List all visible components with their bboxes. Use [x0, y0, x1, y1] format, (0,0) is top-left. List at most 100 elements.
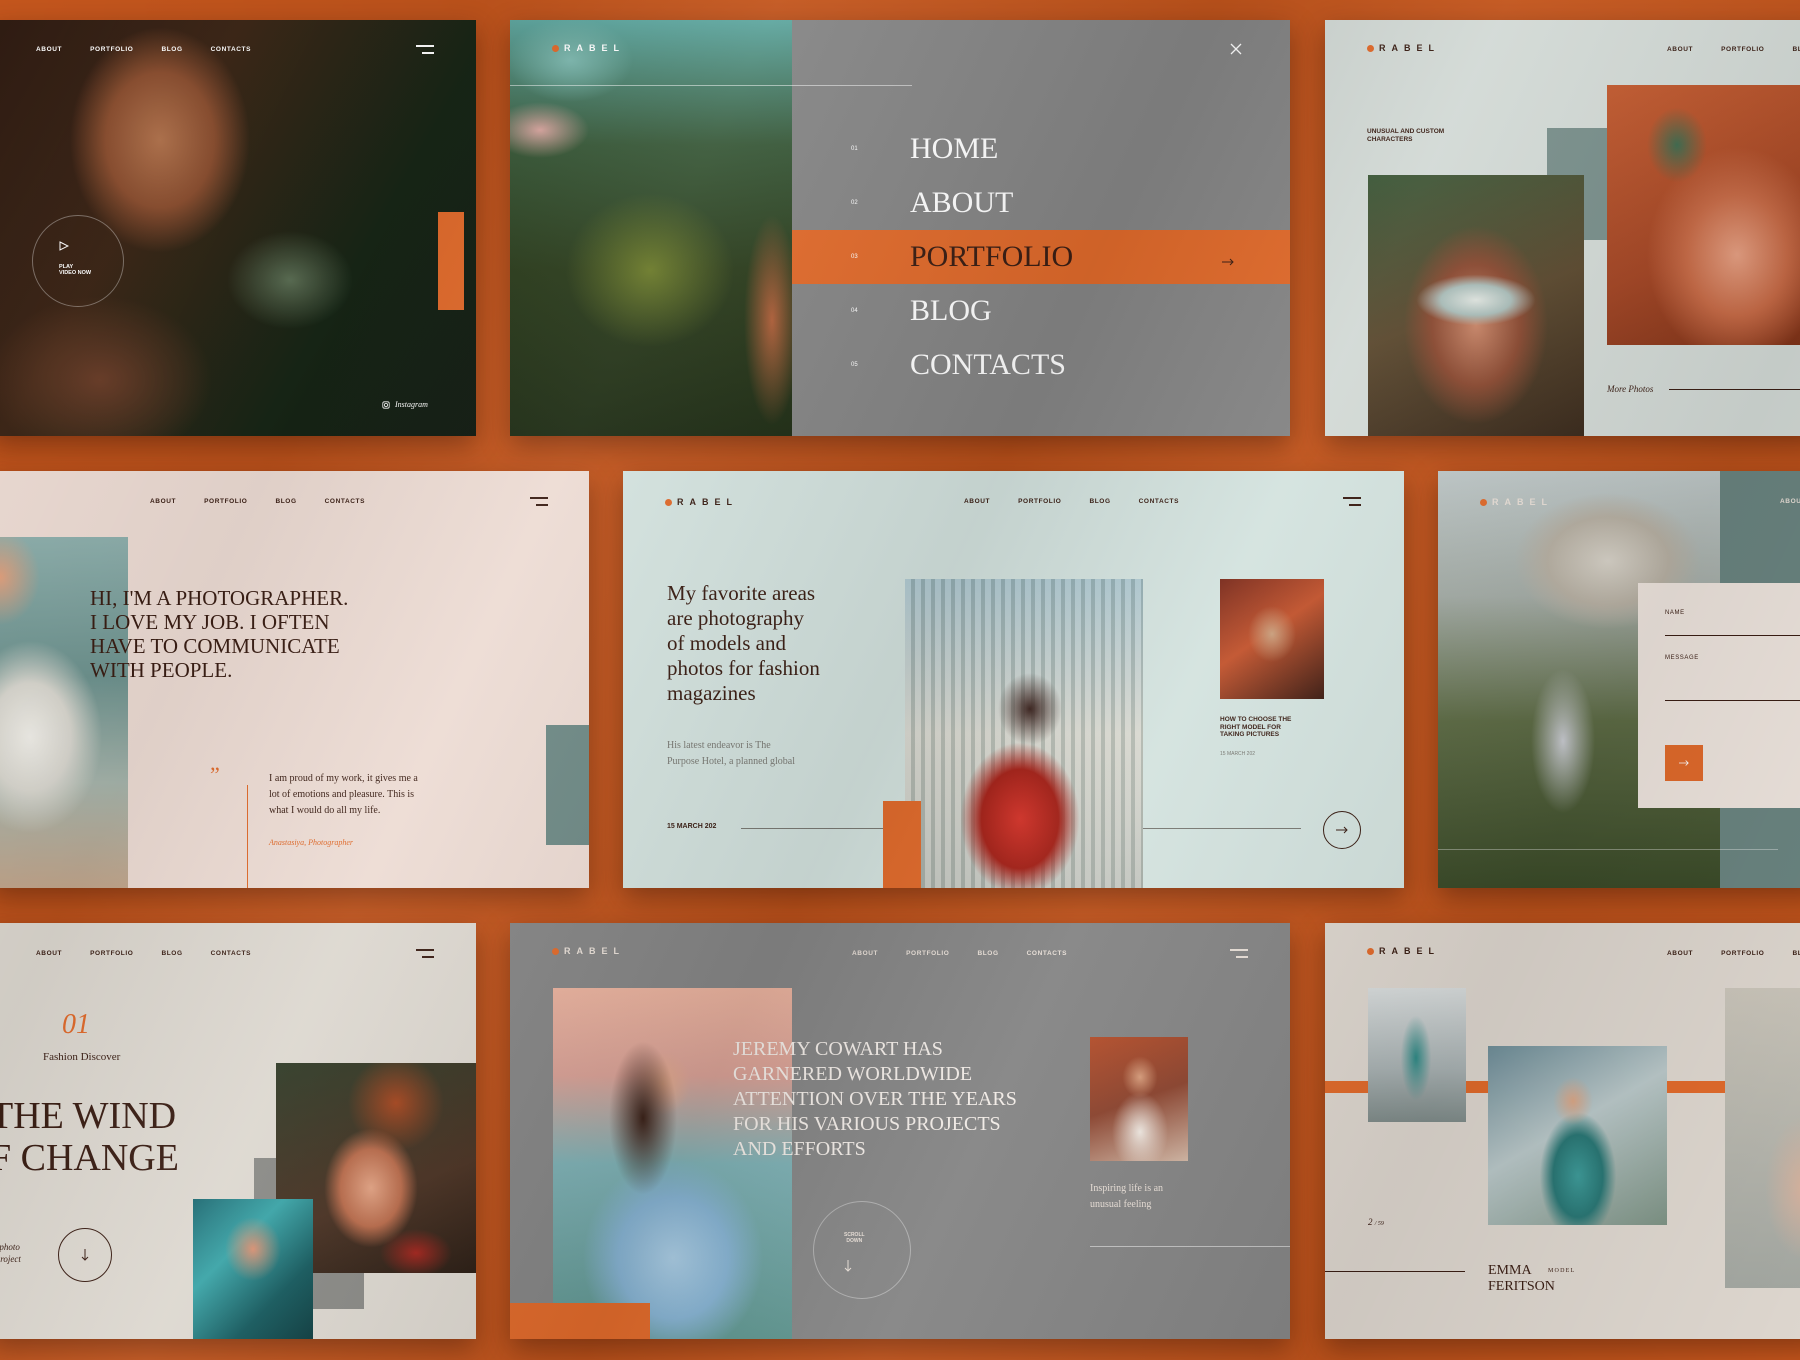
blindfold-portrait-photo	[1368, 175, 1584, 436]
nav-blog[interactable]: BLOG	[161, 950, 182, 957]
slide-jeremy-cowart: RABEL ABOUT PORTFOLIO BLOG CONTACTS JERE…	[510, 923, 1290, 1339]
slide-hero-video: ABOUT PORTFOLIO BLOG CONTACTS PLAY VIDEO…	[0, 20, 476, 436]
menu-icon[interactable]	[416, 45, 434, 54]
name-label: NAME	[1665, 610, 1685, 616]
instagram-link[interactable]: Instagram	[382, 400, 428, 409]
nav-about[interactable]: ABOUT	[964, 498, 990, 505]
scroll-label: SCROLL DOWN	[844, 1232, 865, 1244]
menu-icon[interactable]	[416, 949, 434, 958]
nav-about[interactable]: ABOUT	[1667, 950, 1693, 957]
accent-bar	[438, 212, 464, 310]
slide-characters: RABEL ABOUT PORTFOLIO BLOG UNUSUAL AND C…	[1325, 20, 1800, 436]
next-button[interactable]	[1323, 811, 1361, 849]
nav-contacts[interactable]: CONTACTS	[1027, 950, 1067, 957]
headline: JEREMY COWART HAS GARNERED WORLDWIDE ATT…	[733, 1037, 1017, 1162]
logo-dot	[1480, 498, 1487, 506]
nav-portfolio[interactable]: PORTFOLIO	[90, 46, 133, 53]
menu-item-about[interactable]: ABOUT	[910, 186, 1013, 220]
nav-about[interactable]: ABOUT	[1780, 498, 1800, 505]
model-denim-small-photo	[1368, 988, 1466, 1122]
nav-blog[interactable]: BLOG	[275, 498, 296, 505]
logo-text: RABEL	[1492, 497, 1553, 507]
nav-contacts[interactable]: CONTACTS	[1139, 498, 1179, 505]
logo-dot	[552, 947, 559, 955]
slide-wind-of-change: ABOUT PORTFOLIO BLOG CONTACTS 01 Fashion…	[0, 923, 476, 1339]
accent-bar	[510, 1303, 650, 1339]
divider	[1090, 1246, 1290, 1247]
scroll-down-button[interactable]: SCROLL DOWN	[813, 1201, 911, 1299]
nav-portfolio[interactable]: PORTFOLIO	[1721, 46, 1764, 53]
message-field[interactable]	[1665, 700, 1800, 701]
headline-line-3: ATTENTION OVER THE YEARS	[733, 1088, 1017, 1110]
quote-line-3: what I would do all my life.	[269, 805, 381, 816]
divider	[510, 85, 912, 86]
side-text-line-2: unusual feeling	[1090, 1199, 1152, 1210]
color-block	[546, 725, 589, 845]
brand-logo[interactable]: RABEL	[665, 497, 738, 507]
quote-text: I am proud of my work, it gives me a lot…	[269, 771, 418, 819]
side-text-line-1: Inspiring life is an	[1090, 1183, 1164, 1194]
play-video-button[interactable]: PLAY VIDEO NOW	[32, 215, 124, 307]
menu-item-contacts[interactable]: CONTACTS	[910, 348, 1066, 382]
nav-portfolio[interactable]: PORTFOLIO	[906, 950, 949, 957]
menu-item-blog[interactable]: BLOG	[910, 294, 992, 328]
nav-blog[interactable]: BLOG	[161, 46, 182, 53]
logo-text: RABEL	[564, 946, 625, 956]
nav-about[interactable]: ABOUT	[36, 950, 62, 957]
menu-item-home[interactable]: HOME	[910, 132, 998, 166]
headline: My favorite areas are photography of mod…	[667, 581, 820, 706]
close-button[interactable]	[1230, 42, 1242, 60]
caption: re photo s project	[0, 1241, 21, 1265]
nav-blog[interactable]: BLOG	[1792, 950, 1800, 957]
menu-icon[interactable]	[530, 497, 548, 506]
menu-icon[interactable]	[1230, 949, 1248, 958]
nav-portfolio[interactable]: PORTFOLIO	[1018, 498, 1061, 505]
nav-about[interactable]: ABOUT	[852, 950, 878, 957]
brand-logo[interactable]: RABEL	[1367, 946, 1440, 956]
brand-logo[interactable]: RABEL	[552, 43, 625, 53]
nav-contacts[interactable]: CONTACTS	[211, 46, 251, 53]
submit-button[interactable]	[1665, 745, 1703, 781]
brand-logo[interactable]: RABEL	[1480, 497, 1553, 507]
scroll-down-button[interactable]	[58, 1228, 112, 1282]
menu-icon[interactable]	[1343, 497, 1361, 506]
name-field[interactable]	[1665, 635, 1800, 636]
scroll-label-2: DOWN	[846, 1238, 863, 1244]
nav-blog[interactable]: BLOG	[1089, 498, 1110, 505]
nav-contacts[interactable]: CONTACTS	[325, 498, 365, 505]
brand-logo[interactable]: RABEL	[1367, 43, 1440, 53]
nav-blog[interactable]: BLOG	[977, 950, 998, 957]
nav-about[interactable]: ABOUT	[150, 498, 176, 505]
headline: THE WIND F CHANGE	[0, 1095, 179, 1179]
model-name: EMMA FERITSON	[1488, 1263, 1555, 1295]
more-photos-link[interactable]: More Photos	[1607, 384, 1653, 394]
caption-line-2: s project	[0, 1254, 21, 1264]
menu-num-4: 04	[851, 308, 858, 314]
headline-line-3: of models and	[667, 631, 786, 655]
logo-text: RABEL	[1379, 43, 1440, 53]
nav-portfolio[interactable]: PORTFOLIO	[1721, 950, 1764, 957]
nav-contacts[interactable]: CONTACTS	[211, 950, 251, 957]
nav-about[interactable]: ABOUT	[1667, 46, 1693, 53]
model-name-line-2: FERITSON	[1488, 1279, 1555, 1294]
menu-num-3: 03	[851, 254, 858, 260]
menu-arrow[interactable]	[1222, 253, 1234, 271]
page-total: / 59	[1374, 1221, 1384, 1227]
headline-line-2: are photography	[667, 606, 805, 630]
nav-blog[interactable]: BLOG	[1792, 46, 1800, 53]
nav-portfolio[interactable]: PORTFOLIO	[90, 950, 133, 957]
nav-portfolio[interactable]: PORTFOLIO	[204, 498, 247, 505]
body-line-2: Purpose Hotel, a planned global	[667, 756, 796, 767]
headline-line-1: JEREMY COWART HAS	[733, 1038, 943, 1060]
brand-logo[interactable]: RABEL	[552, 946, 625, 956]
slide-favorite-areas: RABEL ABOUT PORTFOLIO BLOG CONTACTS My f…	[623, 471, 1404, 888]
logo-dot	[552, 44, 559, 52]
model-denim-main-photo	[1488, 1046, 1667, 1225]
menu-num-2: 02	[851, 200, 858, 206]
accent-bar	[883, 801, 921, 888]
top-nav: ABOUT PORTFOLIO BLOG	[1667, 950, 1800, 957]
top-nav: ABOUT PORTFOLIO BLOG CONTACTS	[852, 950, 1067, 957]
menu-item-portfolio[interactable]: PORTFOLIO	[910, 240, 1073, 274]
blog-card-title[interactable]: HOW TO CHOOSE THE RIGHT MODEL FOR TAKING…	[1220, 716, 1291, 739]
nav-about[interactable]: ABOUT	[36, 46, 62, 53]
